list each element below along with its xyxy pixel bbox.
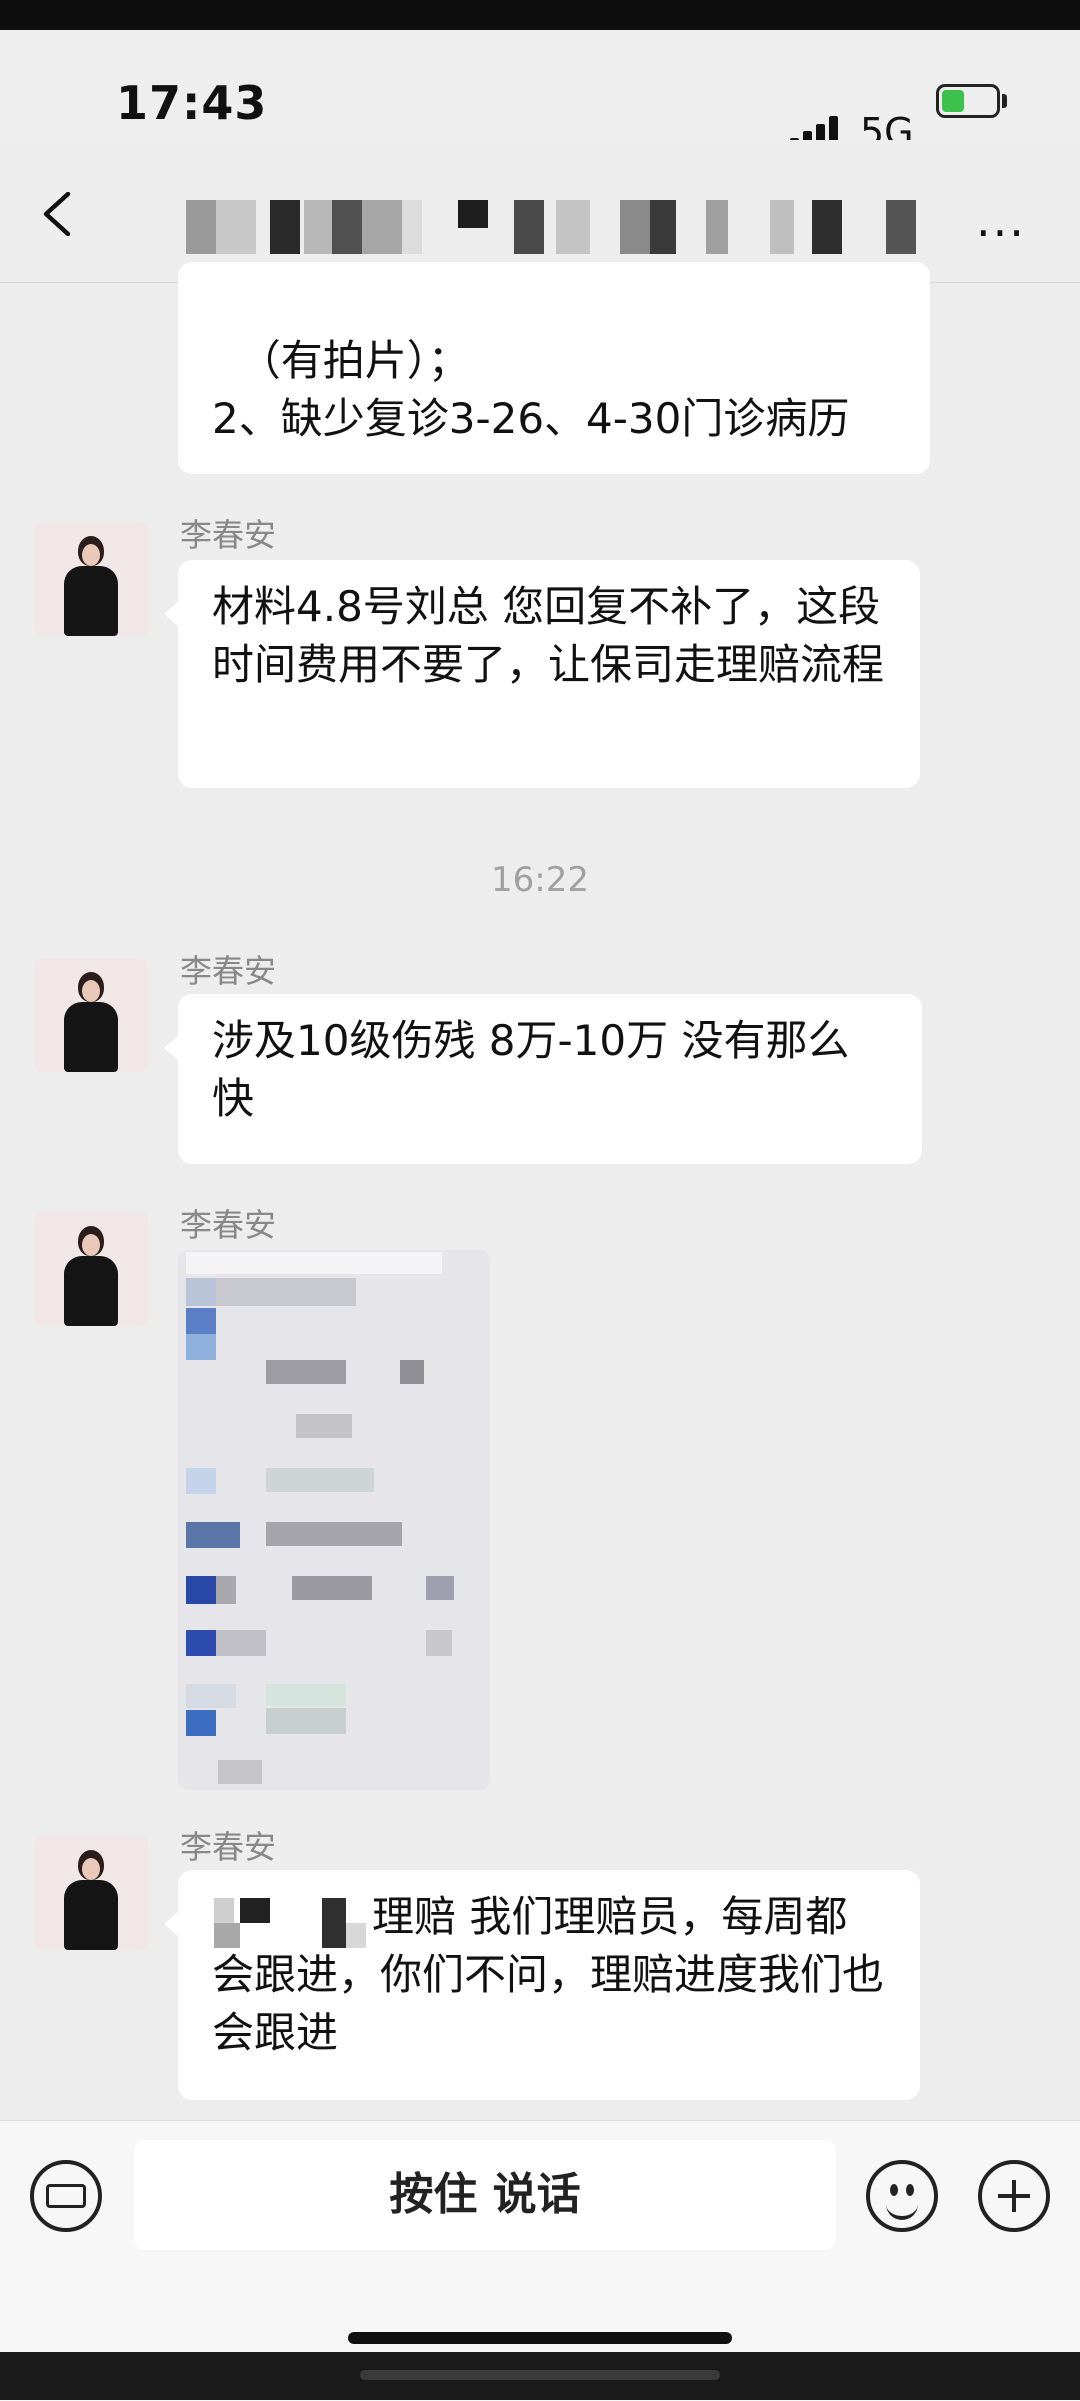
message-bubble[interactable]: 材料4.8号刘总 您回复不补了，这段时间费用不要了，让保司走理赔流程 xyxy=(164,560,920,788)
image-message-redacted[interactable] xyxy=(178,1250,490,1790)
sender-name: 李春安 xyxy=(180,1206,277,1244)
status-time: 17:43 xyxy=(116,76,268,130)
sender-name: 李春安 xyxy=(180,952,277,990)
more-options-button[interactable]: ··· xyxy=(976,206,1026,260)
avatar[interactable] xyxy=(34,958,148,1072)
avatar[interactable] xyxy=(34,1836,148,1950)
keyboard-toggle-icon[interactable] xyxy=(30,2160,102,2232)
screen-top-edge xyxy=(0,0,1080,30)
add-attachment-icon[interactable] xyxy=(978,2160,1050,2232)
battery-icon xyxy=(936,84,1000,118)
message-text: 材料4.8号刘总 您回复不补了，这段时间费用不要了，让保司走理赔流程 xyxy=(212,582,885,689)
sender-name: 李春安 xyxy=(180,1828,277,1866)
chat-title-redacted xyxy=(186,200,921,254)
avatar[interactable] xyxy=(34,1212,148,1326)
home-indicator[interactable] xyxy=(348,2332,732,2344)
back-icon[interactable] xyxy=(40,192,72,236)
redacted-text-mosaic xyxy=(322,1898,372,1948)
redacted-text-mosaic xyxy=(214,1898,274,1948)
screen-bottom-edge xyxy=(0,2352,1080,2400)
avatar[interactable] xyxy=(34,522,148,636)
battery-tip xyxy=(1002,94,1007,108)
message-bubble[interactable]: 理赔 我们理赔员，每周都会跟进，你们不问，理赔进度我们也会跟进 xyxy=(164,1870,920,2100)
hold-to-talk-button[interactable]: 按住 说话 xyxy=(134,2140,836,2250)
message-text: 理赔 我们理赔员，每周都会跟进，你们不问，理赔进度我们也会跟进 xyxy=(212,1892,885,2057)
emoji-icon[interactable] xyxy=(866,2160,938,2232)
message-text: （有拍片）； 2、缺少复诊3-26、4-30门诊病历 xyxy=(212,336,850,443)
sender-name: 李春安 xyxy=(180,516,277,554)
message-text: 涉及10级伤残 8万-10万 没有那么快 xyxy=(212,1016,850,1123)
message-timestamp: 16:22 xyxy=(491,860,589,900)
status-bar: 17:43 5G xyxy=(0,30,1080,154)
message-bubble[interactable]: 涉及10级伤残 8万-10万 没有那么快 xyxy=(164,994,922,1164)
message-bubble[interactable]: （有拍片）； 2、缺少复诊3-26、4-30门诊病历 xyxy=(178,262,930,474)
